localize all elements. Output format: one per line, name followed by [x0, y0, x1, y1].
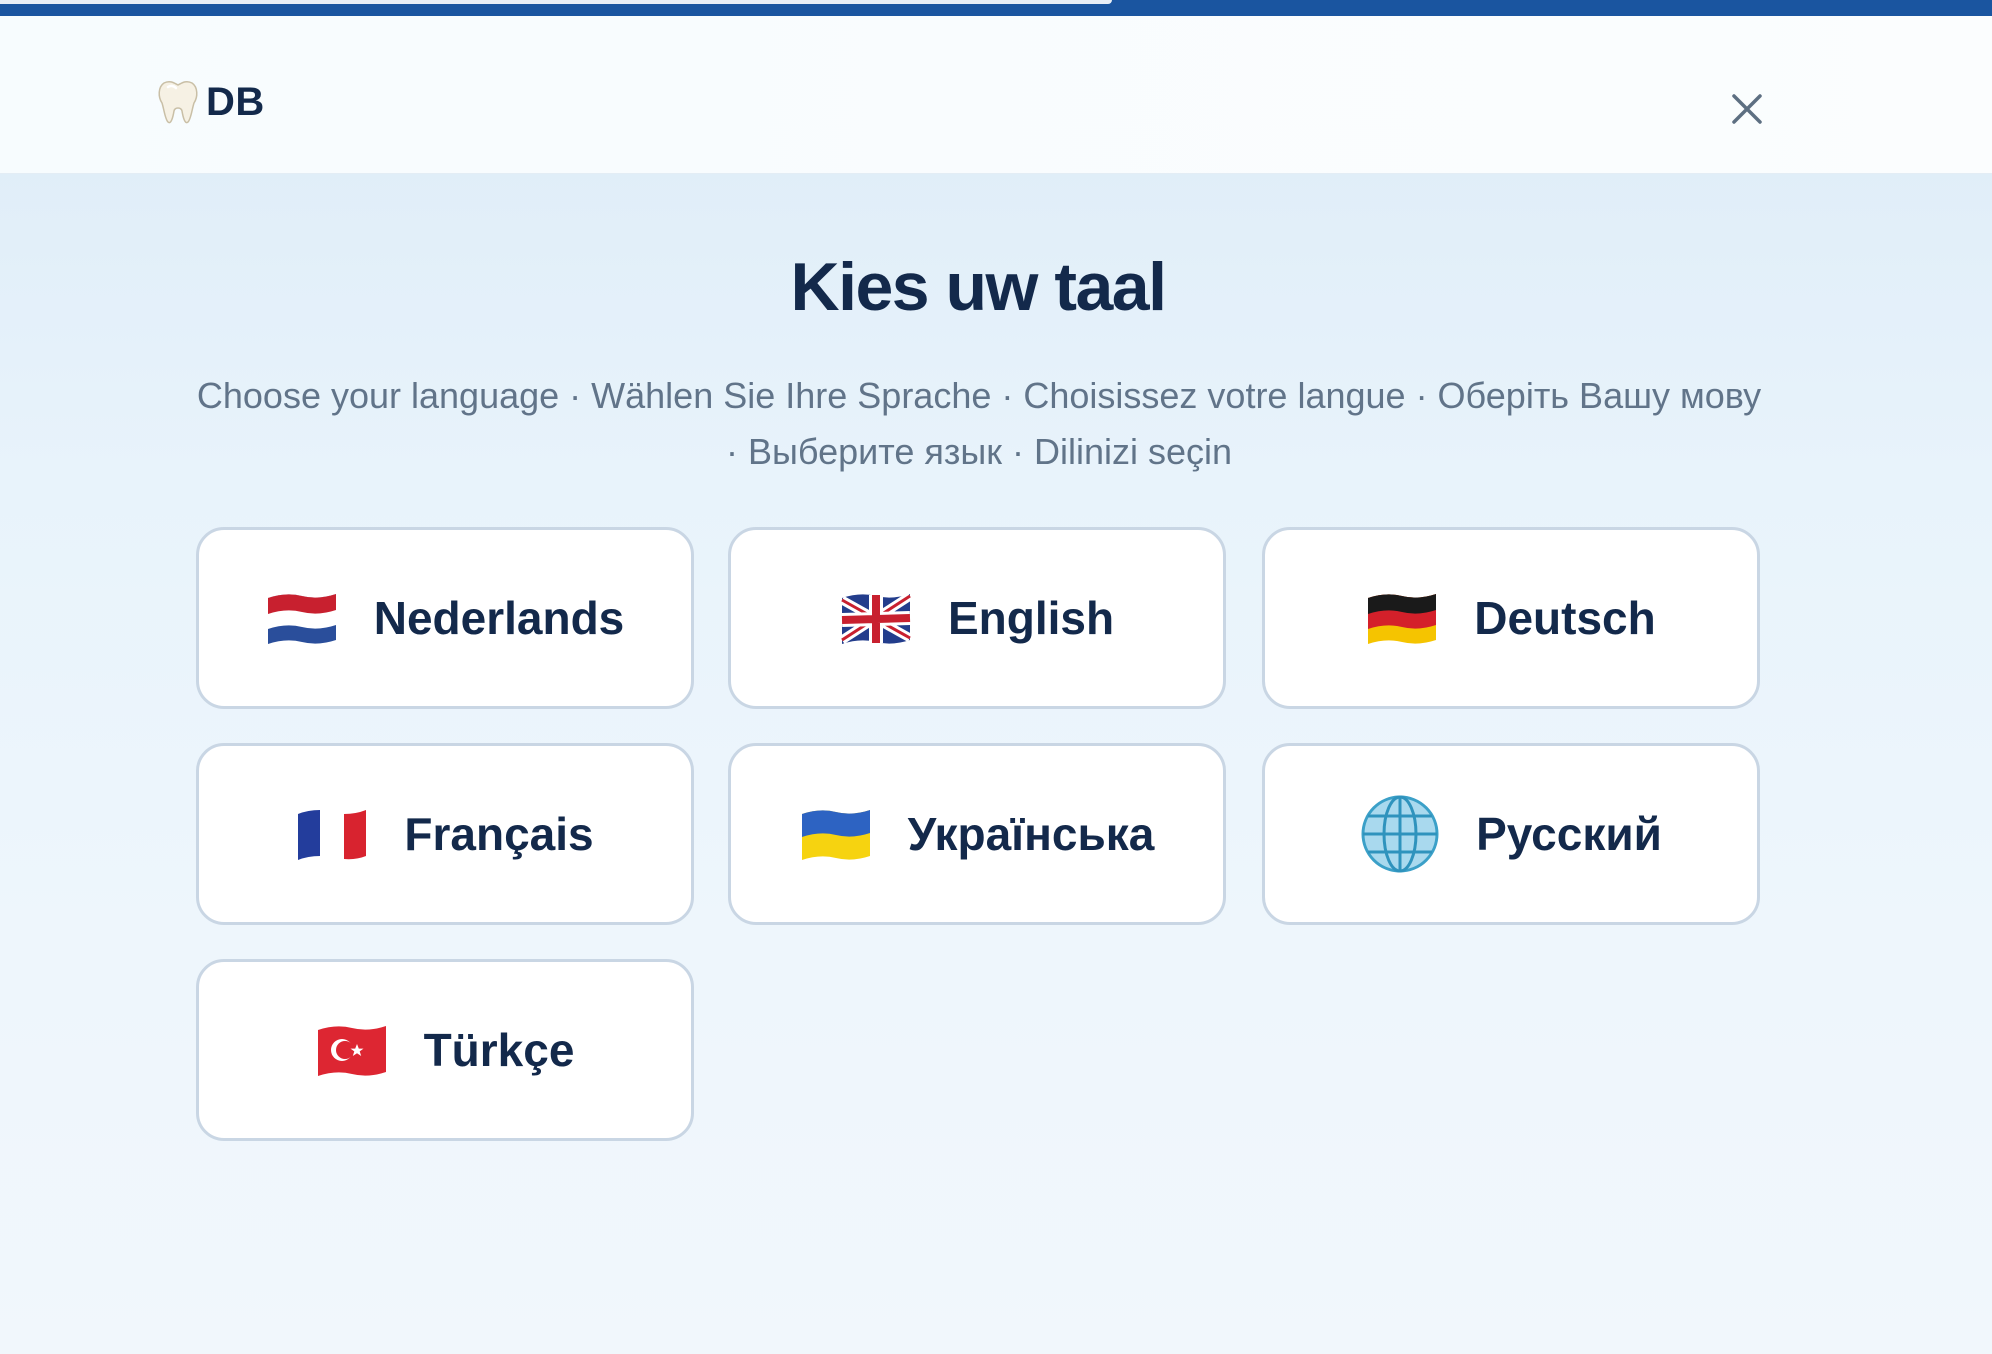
header: DB: [0, 16, 1992, 174]
language-button-francais[interactable]: Français: [196, 743, 694, 925]
language-button-nederlands[interactable]: Nederlands: [196, 527, 694, 709]
language-label: Українська: [907, 808, 1155, 860]
flag-ua-icon: [800, 808, 872, 860]
brand: DB: [156, 72, 265, 132]
language-label: Русский: [1476, 808, 1662, 860]
language-label: Nederlands: [373, 592, 625, 644]
language-label: English: [947, 592, 1115, 644]
page-subtitle: Choose your language · Wählen Sie Ihre S…: [196, 375, 1762, 472]
language-button-turkce[interactable]: Türkçe: [196, 959, 694, 1141]
top-bar-edge: [0, 0, 1112, 4]
flag-nl-icon: [266, 592, 338, 644]
close-button[interactable]: [1722, 86, 1772, 136]
close-icon: [1730, 92, 1764, 131]
flag-tr-icon: [316, 1024, 388, 1076]
top-bar: [0, 0, 1992, 16]
page-title: Kies uw taal: [790, 249, 1167, 325]
flag-de-icon: [1366, 592, 1438, 644]
language-label: Français: [404, 808, 594, 860]
language-button-english[interactable]: English: [728, 527, 1226, 709]
brand-name: DB: [206, 79, 265, 124]
flag-fr-icon: [296, 808, 368, 860]
language-button-russkiy[interactable]: Русский: [1262, 743, 1760, 925]
language-label: Türkçe: [423, 1024, 575, 1076]
globe-icon: [1360, 794, 1440, 874]
language-button-ukrainska[interactable]: Українська: [728, 743, 1226, 925]
tooth-icon: [156, 79, 200, 125]
language-picker-page: DB Kies uw taal Choose your language · W…: [0, 0, 1992, 1354]
language-label: Deutsch: [1474, 592, 1656, 644]
flag-gb-icon: [839, 592, 912, 644]
language-button-deutsch[interactable]: Deutsch: [1262, 527, 1760, 709]
